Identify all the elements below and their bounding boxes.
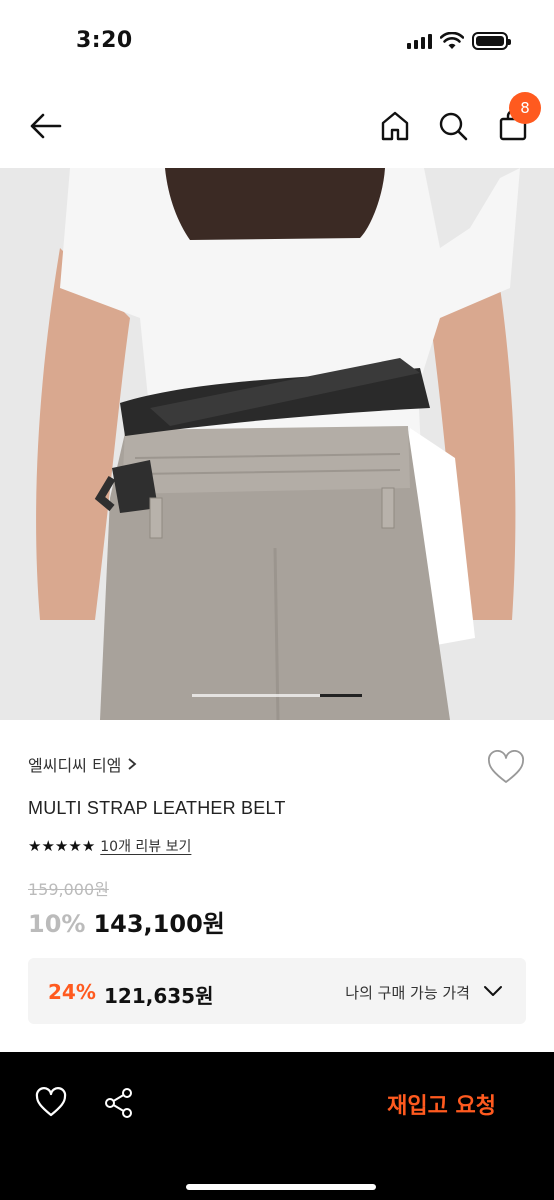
status-icons bbox=[407, 32, 511, 50]
wifi-icon bbox=[440, 32, 464, 49]
star-icon: ★ bbox=[68, 837, 81, 855]
best-price-value: 121,635원 bbox=[104, 984, 214, 1008]
rating-stars: ★ ★ ★ ★ ★ bbox=[28, 837, 95, 855]
share-icon[interactable] bbox=[102, 1086, 136, 1120]
review-link[interactable]: 10개 리뷰 보기 bbox=[100, 836, 191, 856]
discount-rate: 10% bbox=[28, 910, 86, 938]
star-icon: ★ bbox=[54, 837, 68, 855]
star-icon: ★ bbox=[81, 837, 95, 855]
price-row: 10% 143,100원 bbox=[28, 904, 225, 939]
best-price-label: 나의 구매 가능 가격 bbox=[345, 984, 470, 1002]
home-indicator bbox=[186, 1184, 376, 1190]
battery-icon bbox=[472, 32, 511, 50]
brand-name: 엘씨디씨 티엠 bbox=[28, 756, 122, 775]
best-price-dropdown[interactable]: 24% 121,635원 나의 구매 가능 가격 bbox=[28, 958, 526, 1024]
product-image[interactable] bbox=[0, 168, 554, 720]
rating-row: ★ ★ ★ ★ ★ 10개 리뷰 보기 bbox=[28, 836, 191, 856]
cart-count-badge: 8 bbox=[509, 92, 541, 124]
status-bar: 3:20 bbox=[0, 0, 554, 84]
cellular-signal-icon bbox=[407, 33, 432, 49]
product-name: MULTI STRAP LEATHER BELT bbox=[28, 798, 286, 818]
image-pagination-active bbox=[320, 694, 362, 697]
star-icon: ★ bbox=[28, 837, 41, 855]
wishlist-heart-icon[interactable] bbox=[486, 750, 526, 786]
chevron-right-icon bbox=[128, 758, 137, 770]
restock-request-button[interactable]: 재입고 요청 bbox=[387, 1088, 496, 1120]
brand-link[interactable]: 엘씨디씨 티엠 bbox=[28, 752, 137, 776]
sale-price: 143,100원 bbox=[93, 910, 225, 938]
home-icon[interactable] bbox=[378, 108, 412, 144]
product-photo bbox=[0, 168, 554, 720]
status-time: 3:20 bbox=[76, 28, 133, 53]
original-price: 159,000원 bbox=[28, 880, 109, 899]
bottom-action-bar: 재입고 요청 bbox=[0, 1052, 554, 1200]
image-pagination bbox=[192, 694, 362, 697]
top-nav bbox=[0, 84, 554, 168]
star-icon: ★ bbox=[41, 837, 54, 855]
best-price-rate: 24% bbox=[48, 980, 96, 1004]
heart-icon[interactable] bbox=[34, 1086, 68, 1120]
back-arrow-icon[interactable] bbox=[26, 108, 66, 144]
search-icon[interactable] bbox=[436, 108, 470, 144]
chevron-down-icon bbox=[484, 986, 502, 996]
